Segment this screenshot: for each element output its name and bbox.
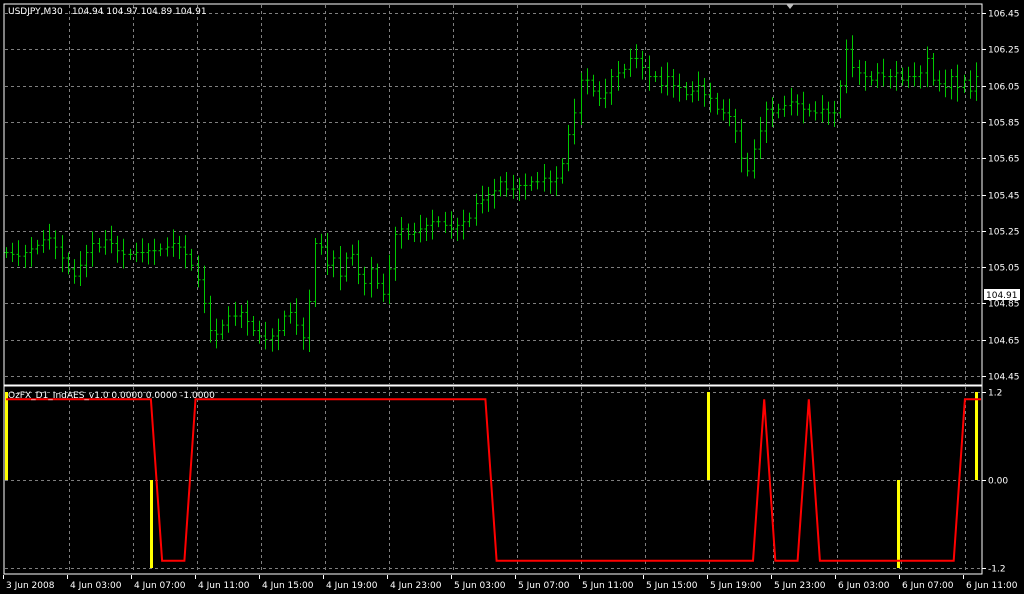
price-tick-label: 105.25 bbox=[988, 228, 1020, 238]
time-tick-label: 5 Jun 03:00 bbox=[454, 581, 506, 591]
time-tick-label: 4 Jun 15:00 bbox=[262, 581, 314, 591]
indicator-tick-label: 1.2 bbox=[988, 389, 1002, 399]
current-price-label: 104.91 bbox=[986, 291, 1018, 301]
price-tick-label: 105.85 bbox=[988, 119, 1020, 129]
time-tick-label: 4 Jun 03:00 bbox=[70, 581, 122, 591]
price-tick-label: 104.85 bbox=[988, 300, 1020, 310]
time-tick-label: 5 Jun 19:00 bbox=[710, 581, 762, 591]
indicator-label: OzFX_D1_IndAES_v1.0 0.0000 0.0000 -1.000… bbox=[8, 391, 215, 401]
time-tick-label: 4 Jun 11:00 bbox=[198, 581, 250, 591]
time-tick-label: 4 Jun 19:00 bbox=[326, 581, 378, 591]
price-tick-label: 106.25 bbox=[988, 46, 1020, 56]
price-axis: 106.45 106.25 106.05 105.85 105.65 105.45 105.… bbox=[982, 10, 1020, 383]
time-tick-label: 5 Jun 23:00 bbox=[774, 581, 826, 591]
time-tick-label: 3 Jun 2008 bbox=[6, 581, 55, 591]
price-tick-label: 104.45 bbox=[988, 373, 1020, 383]
time-tick-label: 5 Jun 15:00 bbox=[646, 581, 698, 591]
price-tick-label: 106.05 bbox=[988, 83, 1020, 93]
symbol-label: USDJPY,M30 bbox=[8, 7, 63, 17]
time-tick-label: 5 Jun 11:00 bbox=[582, 581, 634, 591]
time-tick-label: 6 Jun 07:00 bbox=[902, 581, 954, 591]
indicator-tick-label: 0.00 bbox=[988, 477, 1008, 487]
time-tick-label: 5 Jun 07:00 bbox=[518, 581, 570, 591]
price-tick-label: 105.45 bbox=[988, 192, 1020, 202]
indicator-axis: 1.2 0.00 -1.2 bbox=[982, 389, 1008, 575]
price-tick-label: 105.05 bbox=[988, 264, 1020, 274]
ohlc-label: 104.94 104.97 104.89 104.91 bbox=[72, 7, 207, 17]
price-tick-label: 106.45 bbox=[988, 10, 1020, 20]
time-tick-label: 6 Jun 03:00 bbox=[838, 581, 890, 591]
time-tick-label: 4 Jun 23:00 bbox=[390, 581, 442, 591]
price-tick-label: 105.65 bbox=[988, 155, 1020, 165]
indicator-tick-label: -1.2 bbox=[988, 565, 1006, 575]
time-axis: 3 Jun 2008 4 Jun 03:00 4 Jun 07:00 4 Jun 11… bbox=[3, 575, 1018, 591]
chart-window: 106.45 106.25 106.05 105.85 105.65 105.45 105.… bbox=[3, 3, 1020, 591]
time-tick-label: 4 Jun 07:00 bbox=[134, 581, 186, 591]
time-tick-label: 6 Jun 11:00 bbox=[966, 581, 1018, 591]
price-tick-label: 104.65 bbox=[988, 337, 1020, 347]
